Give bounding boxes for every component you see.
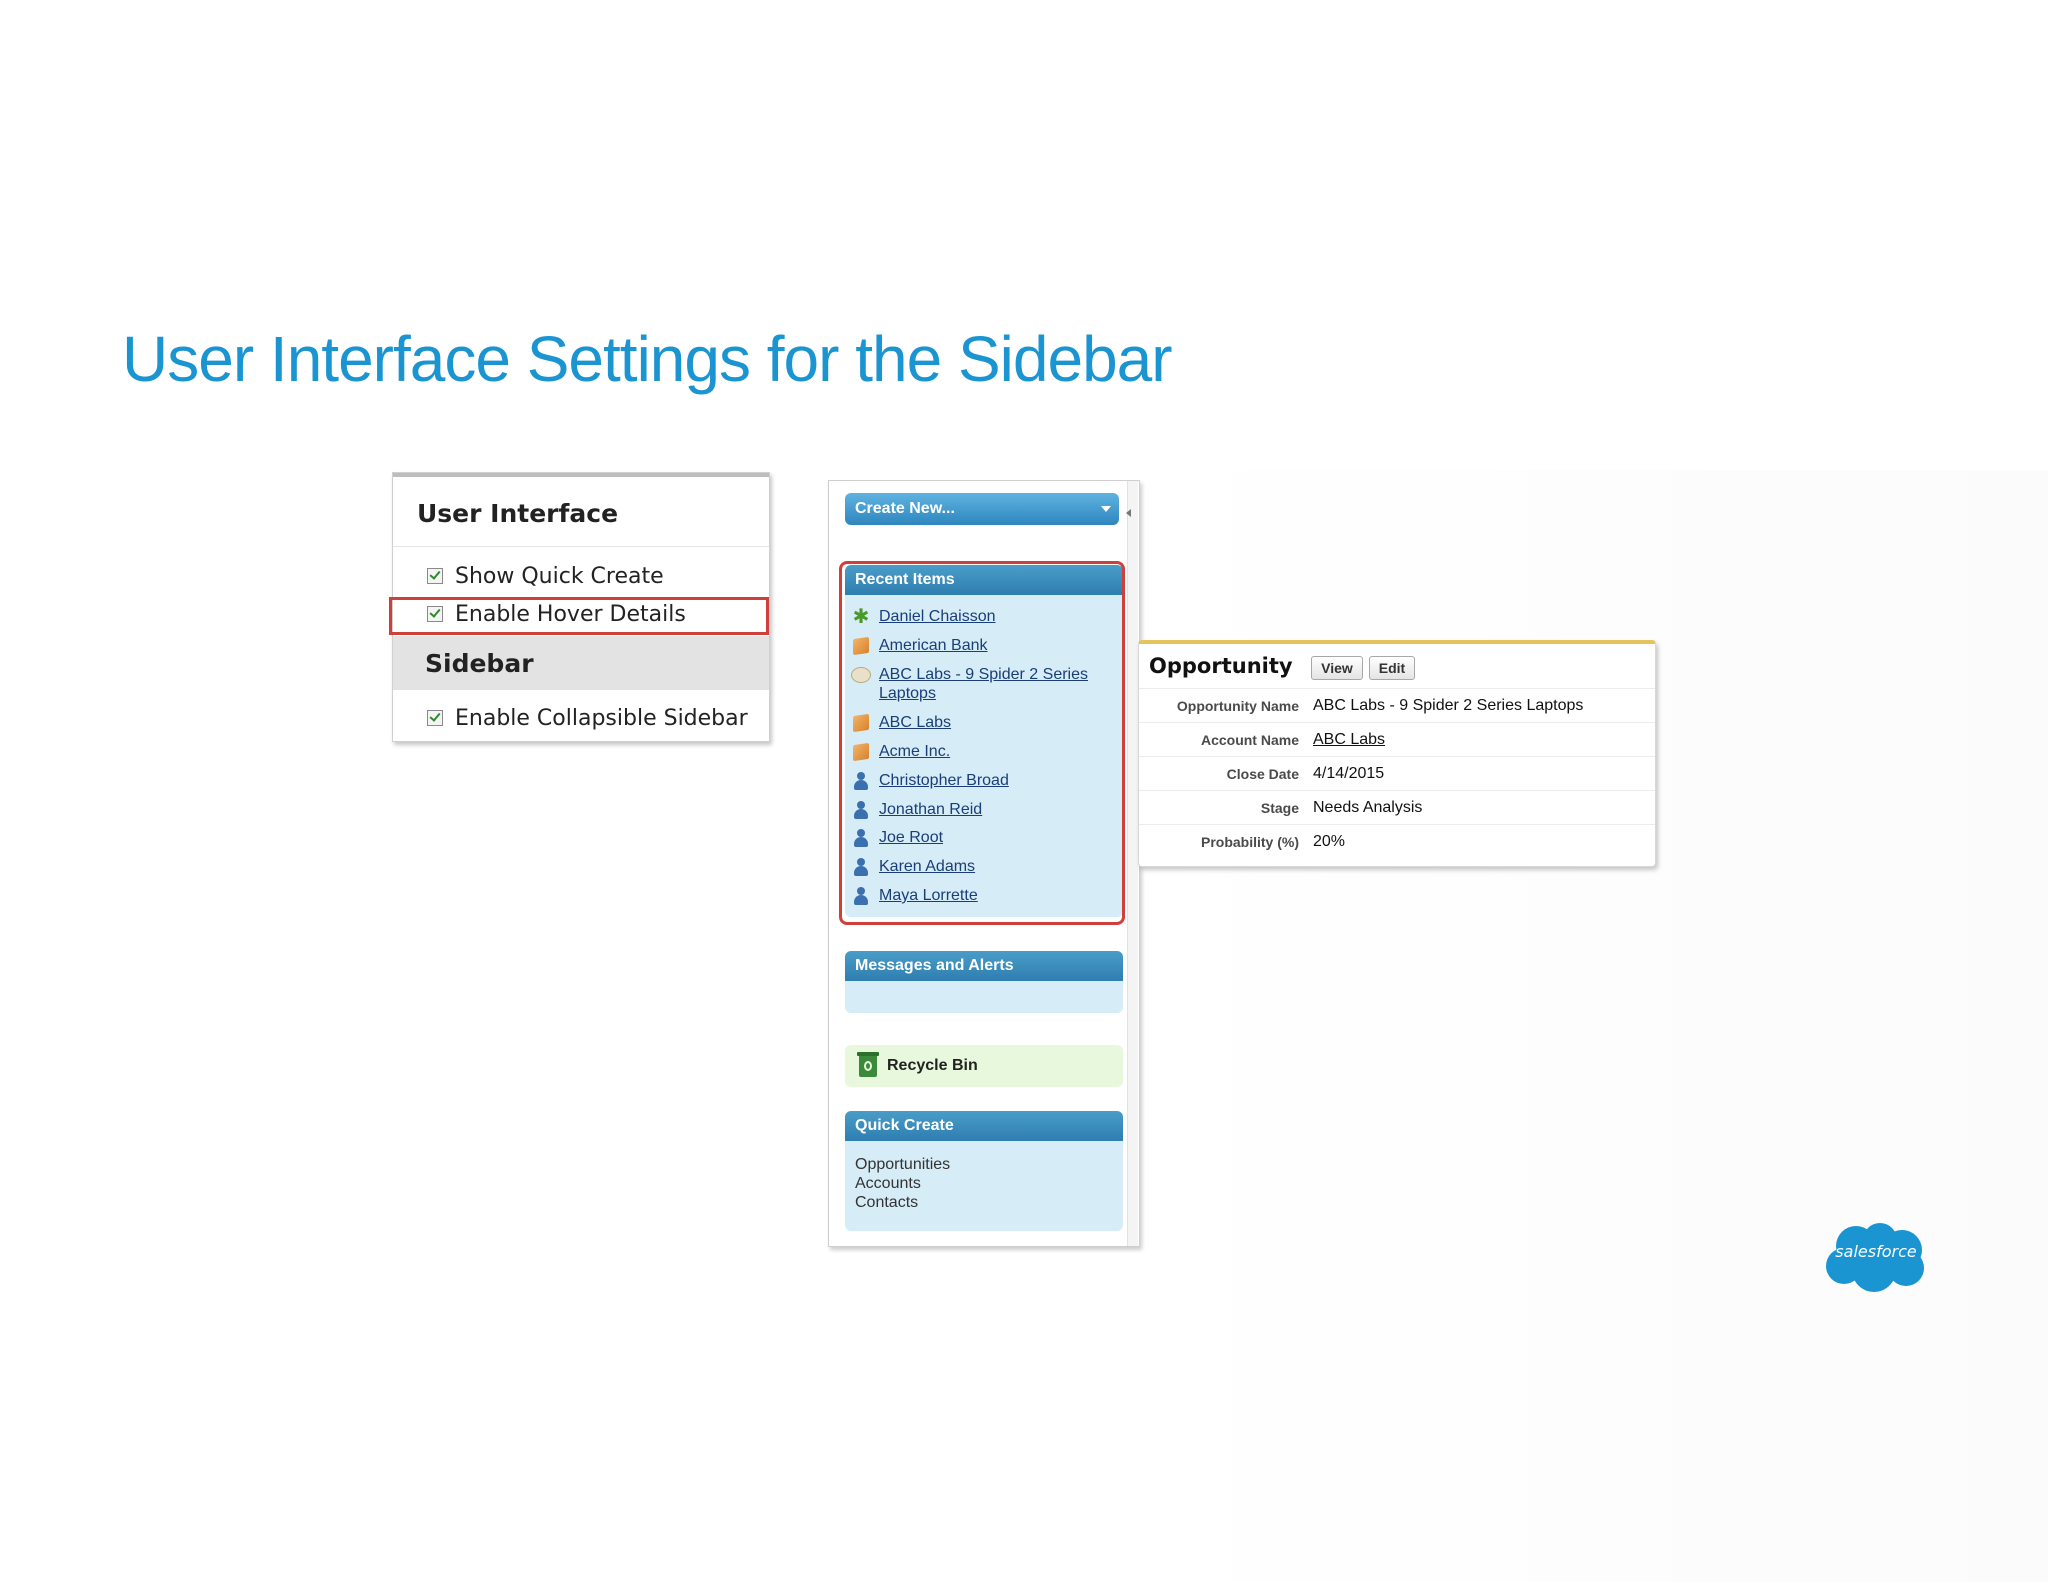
- field-label: Opportunity Name: [1176, 698, 1299, 714]
- recent-item-link[interactable]: Maya Lorrette: [879, 886, 1107, 905]
- hover-details-popup: Opportunity View Edit Opportunity Name A…: [1138, 640, 1656, 867]
- create-new-dropdown[interactable]: Create New...: [845, 493, 1119, 525]
- recent-item[interactable]: ABC Labs - 9 Spider 2 Series Laptops: [851, 665, 1107, 703]
- quick-create-item[interactable]: Contacts: [855, 1193, 1123, 1212]
- field-label: Account Name: [1200, 732, 1299, 748]
- enable-collapsible-sidebar-checkbox[interactable]: [427, 710, 443, 726]
- lead-icon: ✱: [852, 606, 870, 628]
- account-icon: [851, 636, 871, 656]
- enable-collapsible-sidebar-option[interactable]: Enable Collapsible Sidebar: [427, 703, 748, 733]
- recent-item-link[interactable]: ABC Labs - 9 Spider 2 Series Laptops: [879, 665, 1107, 703]
- account-name-link[interactable]: ABC Labs: [1313, 731, 1385, 749]
- field-value: ABC Labs - 9 Spider 2 Series Laptops: [1313, 697, 1584, 714]
- recycle-bin-link[interactable]: Recycle Bin: [845, 1045, 1123, 1087]
- user-interface-settings-panel: User Interface Show Quick Create Enable …: [389, 472, 770, 742]
- recent-item[interactable]: ✱ Daniel Chaisson: [851, 607, 1107, 627]
- field-value: 20%: [1313, 833, 1346, 850]
- highlight-box: [389, 597, 769, 635]
- edit-button[interactable]: Edit: [1369, 656, 1415, 680]
- recent-item-link[interactable]: Acme Inc.: [879, 742, 1107, 761]
- show-quick-create-option[interactable]: Show Quick Create: [427, 561, 664, 591]
- salesforce-logo-text: salesforce: [1835, 1242, 1917, 1261]
- account-icon: [851, 713, 871, 733]
- popup-title: Opportunity: [1149, 654, 1293, 678]
- recent-item-link[interactable]: American Bank: [879, 636, 1107, 655]
- quick-create-section: Quick Create Opportunities Accounts Cont…: [845, 1111, 1123, 1231]
- field-label: Close Date: [1226, 766, 1299, 782]
- quick-create-item[interactable]: Accounts: [855, 1174, 1123, 1193]
- show-quick-create-checkbox[interactable]: [427, 568, 443, 584]
- recent-item-link[interactable]: Joe Root: [879, 828, 1107, 847]
- show-quick-create-label: Show Quick Create: [455, 563, 664, 589]
- recent-item-link[interactable]: ABC Labs: [879, 713, 1107, 732]
- field-label: Stage: [1260, 800, 1299, 816]
- contact-icon: [851, 800, 871, 820]
- opportunity-icon: [851, 665, 871, 685]
- recent-item[interactable]: Acme Inc.: [851, 742, 1107, 762]
- recent-item[interactable]: ABC Labs: [851, 713, 1107, 733]
- field-value: Needs Analysis: [1313, 799, 1423, 816]
- contact-icon: [851, 828, 871, 848]
- recent-item[interactable]: Jonathan Reid: [851, 800, 1107, 820]
- slide-background: [1150, 470, 2048, 1582]
- popup-field-row: Account Name ABC Labs: [1139, 722, 1655, 757]
- collapse-arrow-icon[interactable]: [1126, 509, 1131, 517]
- recent-item-link[interactable]: Karen Adams: [879, 857, 1107, 876]
- recent-item-link[interactable]: Daniel Chaisson: [879, 607, 1107, 626]
- contact-icon: [851, 857, 871, 877]
- popup-field-row: Opportunity Name ABC Labs - 9 Spider 2 S…: [1139, 688, 1655, 723]
- recycle-bin-label: Recycle Bin: [887, 1057, 978, 1074]
- contact-icon: [851, 886, 871, 906]
- messages-alerts-header: Messages and Alerts: [845, 951, 1123, 981]
- view-button[interactable]: View: [1311, 656, 1363, 680]
- contact-icon: [851, 771, 871, 791]
- recent-item[interactable]: Karen Adams: [851, 857, 1107, 877]
- field-value: 4/14/2015: [1313, 765, 1385, 782]
- account-icon: [851, 742, 871, 762]
- sidebar-collapse-handle[interactable]: [1127, 481, 1138, 1246]
- quick-create-list: Opportunities Accounts Contacts: [845, 1141, 1123, 1212]
- user-interface-heading: User Interface: [417, 499, 619, 528]
- enable-collapsible-sidebar-label: Enable Collapsible Sidebar: [455, 705, 748, 731]
- field-label: Probability (%): [1200, 834, 1299, 850]
- slide-title: User Interface Settings for the Sidebar: [122, 323, 1173, 395]
- recent-item-link[interactable]: Jonathan Reid: [879, 800, 1107, 819]
- popup-field-row: Probability (%) 20%: [1139, 824, 1655, 859]
- sidebar-heading: Sidebar: [425, 649, 534, 678]
- messages-alerts-section: Messages and Alerts: [845, 951, 1123, 1013]
- create-new-label: Create New...: [855, 500, 955, 517]
- panel-top-border: [393, 473, 769, 477]
- popup-field-row: Close Date 4/14/2015: [1139, 756, 1655, 791]
- quick-create-item[interactable]: Opportunities: [855, 1155, 1123, 1174]
- recent-item[interactable]: Joe Root: [851, 828, 1107, 848]
- recent-item[interactable]: American Bank: [851, 636, 1107, 656]
- recycle-bin-icon: [857, 1052, 879, 1077]
- recent-item-link[interactable]: Christopher Broad: [879, 771, 1107, 790]
- popup-field-row: Stage Needs Analysis: [1139, 790, 1655, 825]
- recent-item[interactable]: Christopher Broad: [851, 771, 1107, 791]
- dropdown-caret-icon: [1101, 506, 1111, 512]
- recent-item[interactable]: Maya Lorrette: [851, 886, 1107, 906]
- quick-create-header: Quick Create: [845, 1111, 1123, 1141]
- salesforce-sidebar: Create New... Recent Items ✱ Daniel Chai…: [828, 480, 1140, 1247]
- divider: [393, 546, 769, 547]
